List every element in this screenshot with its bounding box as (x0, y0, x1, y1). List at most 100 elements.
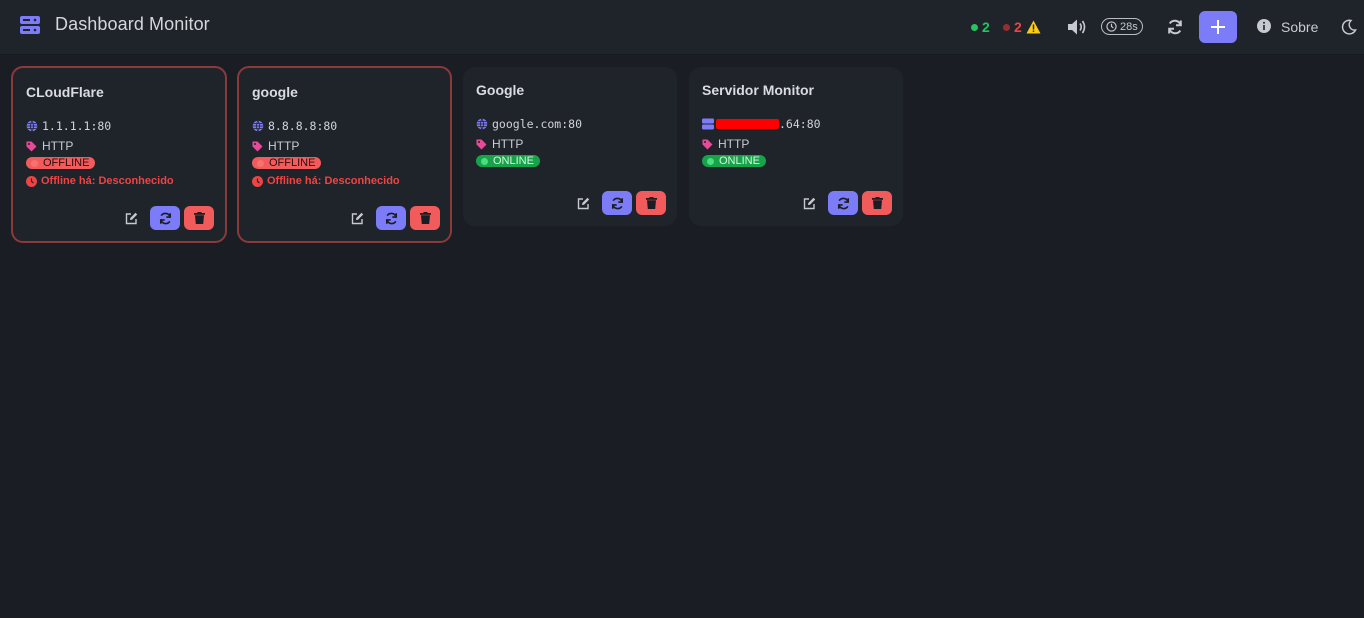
status-badge: ONLINE (702, 155, 766, 167)
protocol-value: HTTP (42, 139, 74, 153)
status-label: OFFLINE (269, 157, 316, 169)
trash-icon (193, 212, 205, 224)
tag-icon (476, 139, 487, 149)
offline-since-text: Offline há: Desconhecido (41, 175, 174, 187)
monitor-title: CLoudFlare (26, 84, 104, 100)
tag-icon (252, 141, 263, 151)
monitor-title: Google (476, 82, 525, 98)
card-actions (800, 191, 892, 215)
monitor-title: Servidor Monitor (702, 82, 815, 98)
volume-icon (1068, 19, 1086, 35)
card-actions (122, 206, 214, 230)
server-icon (20, 15, 40, 34)
tag-icon (26, 141, 37, 151)
refresh-timer-badge[interactable]: 28s (1101, 18, 1143, 35)
plus-icon (1211, 20, 1225, 34)
delete-button[interactable] (410, 206, 440, 230)
brand: Dashboard Monitor (20, 14, 210, 35)
server-icon (702, 118, 714, 130)
status-label: ONLINE (719, 155, 760, 167)
offline-since: Offline há: Desconhecido (252, 175, 400, 187)
edit-icon (577, 197, 589, 209)
moon-icon (1341, 19, 1357, 35)
delete-button[interactable] (862, 191, 892, 215)
trash-icon (419, 212, 431, 224)
online-count-value: 2 (982, 19, 990, 35)
about-label: Sobre (1281, 19, 1319, 35)
offline-since-text: Offline há: Desconhecido (267, 175, 400, 187)
theme-toggle-button[interactable] (1340, 18, 1358, 36)
monitor-card: google 8.8.8.8:80 HTTP OFFLINE Offline h… (237, 66, 452, 243)
monitor-status: OFFLINE (252, 157, 322, 169)
online-count: 2 (971, 19, 990, 35)
status-badge: OFFLINE (252, 157, 322, 169)
refresh-icon (837, 197, 849, 209)
monitor-protocol: HTTP (252, 139, 299, 153)
add-monitor-button[interactable] (1199, 11, 1237, 43)
page-title: Dashboard Monitor (55, 14, 210, 34)
edit-button[interactable] (122, 209, 140, 227)
edit-button[interactable] (800, 194, 818, 212)
monitor-protocol: HTTP (26, 139, 73, 153)
refresh-button[interactable] (376, 206, 406, 230)
edit-icon (125, 212, 137, 224)
refresh-all-button[interactable] (1166, 18, 1184, 36)
timer-value: 28s (1120, 20, 1138, 33)
address-value: google.com:80 (492, 117, 583, 131)
monitor-card: Servidor Monitor .64:80 HTTP ONLINE (689, 67, 903, 226)
edit-icon (351, 212, 363, 224)
delete-button[interactable] (636, 191, 666, 215)
status-label: OFFLINE (43, 157, 90, 169)
info-icon (1257, 18, 1271, 36)
status-badge: ONLINE (476, 155, 540, 167)
status-badge: OFFLINE (26, 157, 96, 169)
status-dot-icon (31, 159, 38, 167)
redacted-address (716, 119, 779, 129)
refresh-icon (611, 197, 623, 209)
top-bar: Dashboard Monitor 2 2 28s Sobre (0, 0, 1364, 55)
delete-button[interactable] (184, 206, 214, 230)
trash-icon (645, 197, 657, 209)
monitor-protocol: HTTP (702, 137, 749, 151)
status-dot-icon (481, 157, 488, 165)
globe-icon (476, 118, 488, 130)
monitor-card: CLoudFlare 1.1.1.1:80 HTTP OFFLINE Offli… (11, 66, 227, 243)
offline-count: 2 (1003, 19, 1041, 35)
edit-button[interactable] (348, 209, 366, 227)
monitor-status: OFFLINE (26, 157, 96, 169)
monitor-card: Google google.com:80 HTTP ONLINE (463, 67, 677, 226)
address-value: 8.8.8.8:80 (268, 119, 338, 133)
about-button[interactable]: Sobre (1257, 18, 1318, 36)
protocol-value: HTTP (718, 137, 750, 151)
clock-icon (252, 175, 263, 187)
tag-icon (702, 139, 713, 149)
monitor-status: ONLINE (476, 155, 540, 167)
clock-icon (1106, 21, 1117, 32)
edit-button[interactable] (574, 194, 592, 212)
card-actions (574, 191, 666, 215)
monitor-title: google (252, 84, 298, 100)
refresh-icon (1168, 19, 1182, 35)
offline-count-value: 2 (1014, 19, 1022, 35)
monitor-protocol: HTTP (476, 137, 523, 151)
status-label: ONLINE (493, 155, 534, 167)
globe-icon (26, 120, 38, 132)
refresh-button[interactable] (150, 206, 180, 230)
address-value: 1.1.1.1:80 (42, 119, 112, 133)
refresh-icon (159, 212, 171, 224)
clock-icon (26, 175, 37, 187)
sound-toggle-button[interactable] (1066, 17, 1088, 37)
status-dot-icon (257, 159, 264, 167)
edit-icon (803, 197, 815, 209)
offline-dot-icon (1003, 23, 1010, 31)
refresh-button[interactable] (602, 191, 632, 215)
offline-since: Offline há: Desconhecido (26, 175, 174, 187)
protocol-value: HTTP (268, 139, 300, 153)
refresh-button[interactable] (828, 191, 858, 215)
monitor-address: 8.8.8.8:80 (252, 119, 337, 133)
card-actions (348, 206, 440, 230)
warning-icon (1026, 20, 1041, 34)
globe-icon (252, 120, 264, 132)
monitor-address: google.com:80 (476, 117, 582, 131)
refresh-icon (385, 212, 397, 224)
